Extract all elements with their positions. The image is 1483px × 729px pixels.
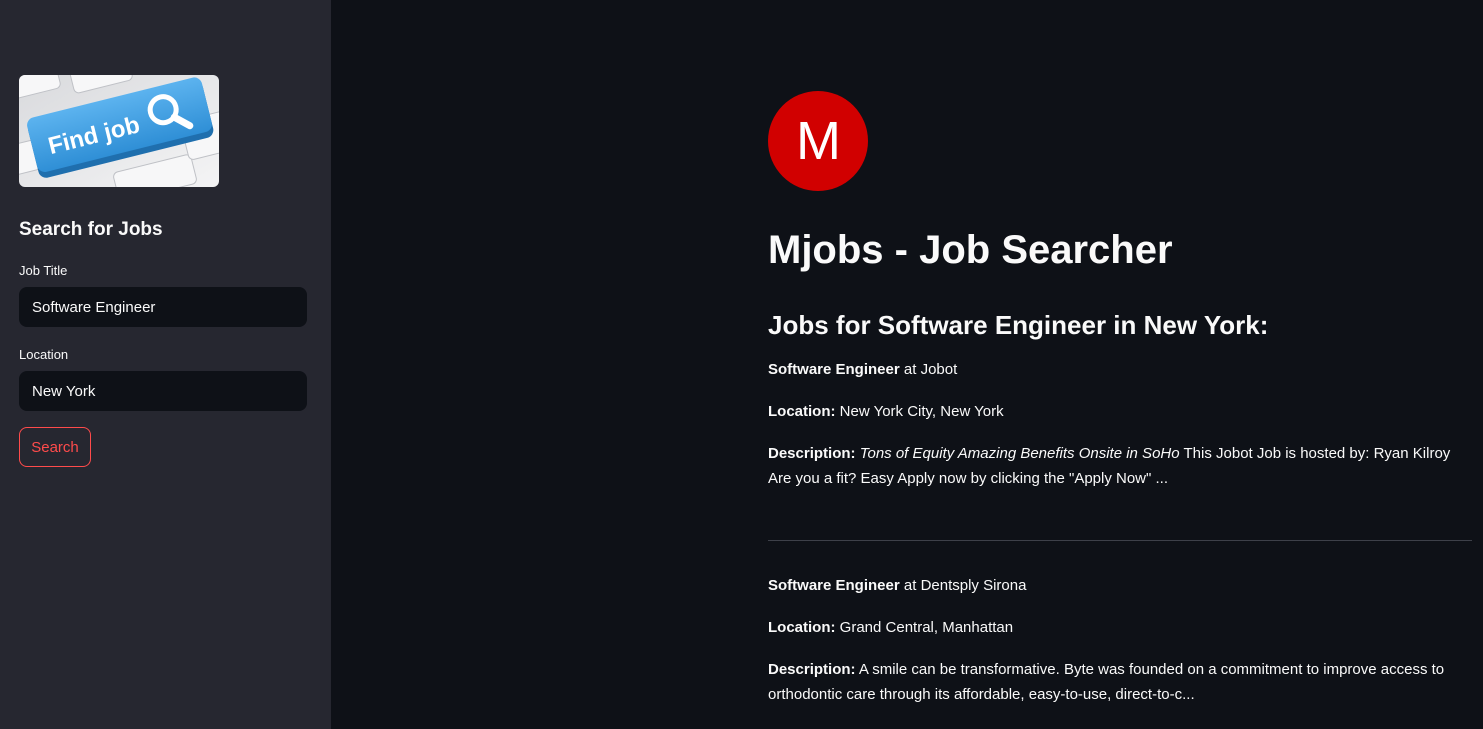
job-title-line: Software Engineer at Jobot [768,357,957,382]
job-company: Dentsply Sirona [920,577,1027,594]
job-title: Software Engineer [768,361,900,378]
job-location: New York City, New York [839,403,1004,420]
sidebar-heading: Search for Jobs [19,219,163,240]
app-window: Find job Search for Jobs Job Title Locat… [0,0,1483,729]
job-description-label: Description: [768,445,856,462]
job-at: at [903,361,917,378]
location-label: Location [19,347,69,362]
job-location-label: Location: [768,619,836,636]
job-description-line: Description: A smile can be transformati… [768,657,1458,707]
job-title-label: Job Title [19,263,68,278]
job-company: Jobot [920,361,958,378]
job-title: Software Engineer [768,577,900,594]
results-heading: Jobs for Software Engineer in New York: [768,310,1269,340]
sidebar: Find job Search for Jobs Job Title Locat… [0,0,331,729]
job-location: Grand Central, Manhattan [839,619,1014,636]
main-content: M Mjobs - Job Searcher Jobs for Software… [331,0,1483,729]
job-location-line: Location: New York City, New York [768,399,1004,424]
job-location-line: Location: Grand Central, Manhattan [768,615,1013,640]
logo-letter: M [796,111,841,171]
divider [768,540,1472,541]
page-title: Mjobs - Job Searcher [768,228,1173,272]
job-title-line: Software Engineer at Dentsply Sirona [768,573,1026,598]
mjobs-logo: M [768,91,868,191]
job-description-italic: Tons of Equity Amazing Benefits Onsite i… [859,445,1180,462]
job-title-input[interactable] [19,287,307,327]
find-job-banner-image: Find job [19,75,219,187]
job-at: at [903,577,917,594]
job-description-label: Description: [768,661,856,678]
job-description-line: Description: Tons of Equity Amazing Bene… [768,441,1458,491]
location-input[interactable] [19,371,307,411]
job-location-label: Location: [768,403,836,420]
search-button[interactable]: Search [19,427,91,467]
job-description: A smile can be transformative. Byte was … [768,661,1445,703]
